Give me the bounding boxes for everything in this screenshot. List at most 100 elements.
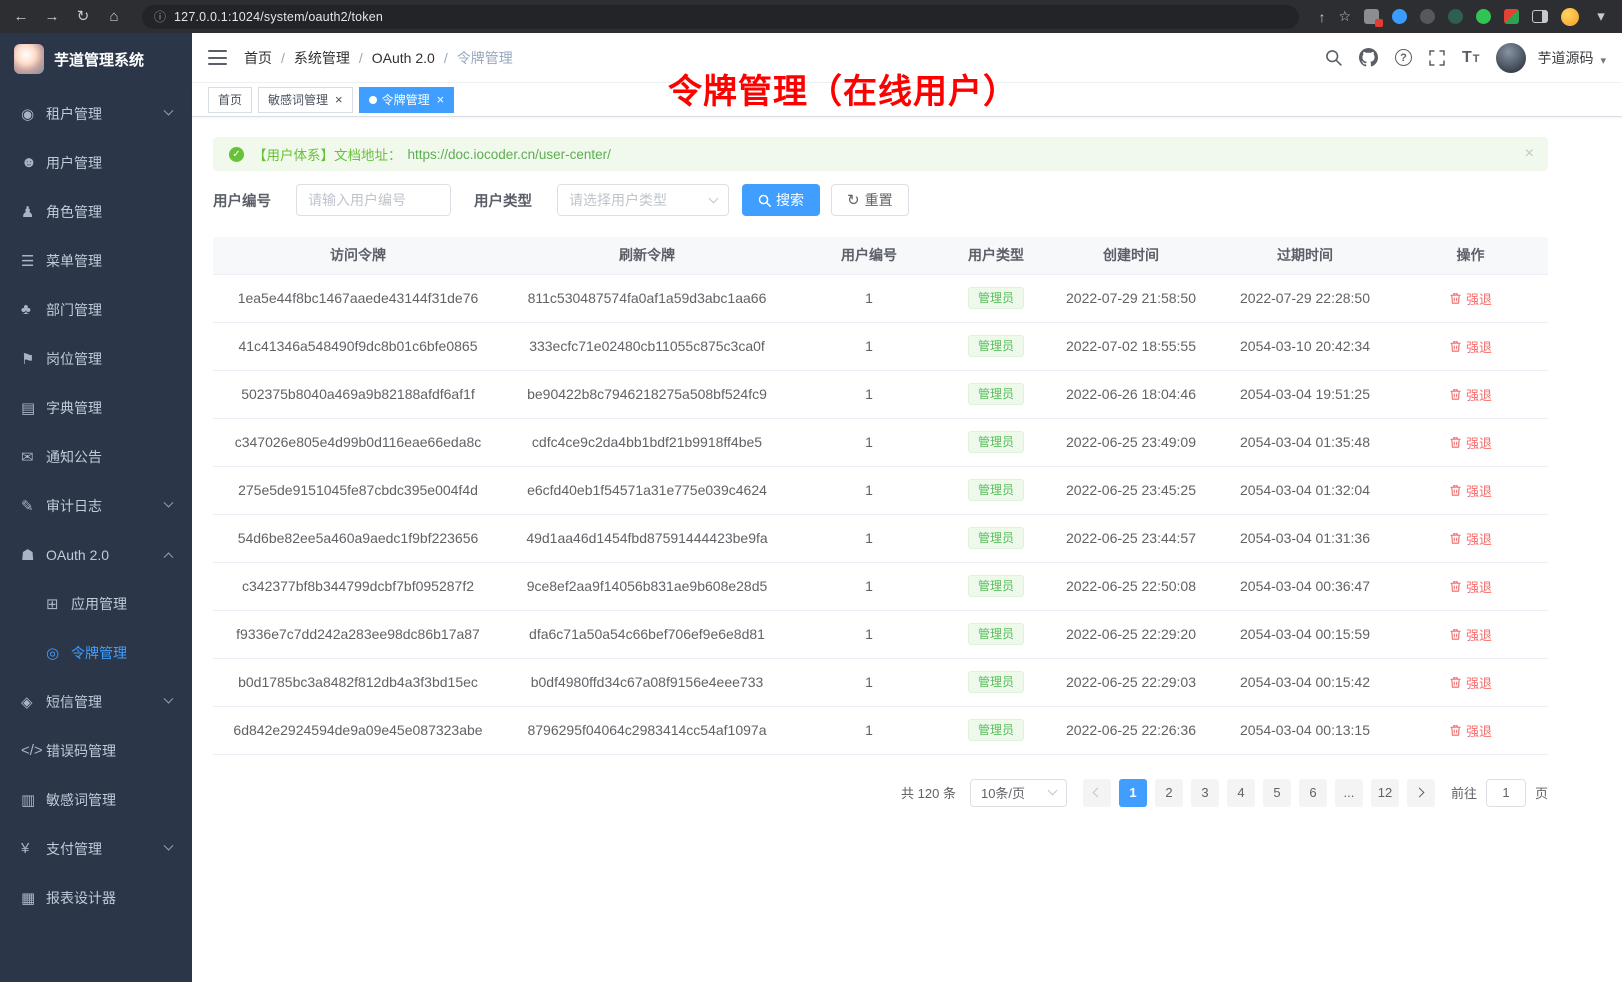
expire-time-cell: 2054-03-04 01:31:36 bbox=[1217, 514, 1393, 562]
force-logout-button[interactable]: 强退 bbox=[1449, 721, 1492, 740]
chevron-down-icon bbox=[1048, 786, 1058, 796]
github-icon[interactable] bbox=[1359, 48, 1378, 67]
prev-page-button[interactable] bbox=[1083, 779, 1111, 807]
breadcrumb-item[interactable]: OAuth 2.0 bbox=[372, 50, 435, 66]
force-logout-button[interactable]: 强退 bbox=[1449, 385, 1492, 404]
reset-button[interactable]: ↻ 重置 bbox=[831, 184, 909, 216]
extensions-puzzle-icon[interactable] bbox=[1504, 9, 1519, 24]
force-logout-button[interactable]: 强退 bbox=[1449, 481, 1492, 500]
page-number-button[interactable]: 1 bbox=[1119, 779, 1147, 807]
user-type-select[interactable]: 请选择用户类型 bbox=[557, 184, 729, 216]
page-number-button[interactable]: 6 bbox=[1299, 779, 1327, 807]
browser-sidepanel-icon[interactable] bbox=[1532, 10, 1548, 23]
sidebar-item-label: 通知公告 bbox=[46, 447, 102, 467]
browser-menu-caret-icon[interactable]: ▾ bbox=[1592, 9, 1610, 24]
sidebar-item[interactable]: ¥ 支付管理 bbox=[0, 824, 192, 873]
sidebar-item[interactable]: ⊞ 应用管理 bbox=[0, 579, 192, 628]
goto-page-input[interactable] bbox=[1486, 779, 1526, 807]
page-number-button[interactable]: 3 bbox=[1191, 779, 1219, 807]
help-icon[interactable]: ? bbox=[1395, 49, 1412, 66]
sidebar-item[interactable]: ✉ 通知公告 bbox=[0, 432, 192, 481]
chevron-down-icon bbox=[164, 498, 174, 508]
sidebar-item[interactable]: ♟ 角色管理 bbox=[0, 187, 192, 236]
expire-time-cell: 2054-03-04 01:35:48 bbox=[1217, 418, 1393, 466]
page-size-select[interactable]: 10条/页 bbox=[970, 779, 1067, 807]
sidebar-collapse-icon[interactable] bbox=[208, 50, 227, 65]
next-page-button[interactable] bbox=[1407, 779, 1435, 807]
breadcrumb-item[interactable]: 首页 bbox=[244, 48, 272, 68]
extension-badge-icon[interactable] bbox=[1364, 9, 1379, 24]
share-icon[interactable]: ↑ bbox=[1318, 9, 1325, 25]
sidebar-item[interactable]: ◈ 短信管理 bbox=[0, 677, 192, 726]
url-bar[interactable]: ⓘ 127.0.0.1:1024/system/oauth2/token bbox=[142, 5, 1299, 29]
page-number-button[interactable]: 12 bbox=[1371, 779, 1399, 807]
search-button[interactable]: 搜索 bbox=[742, 184, 820, 216]
forward-icon[interactable]: → bbox=[43, 9, 61, 24]
site-info-icon[interactable]: ⓘ bbox=[154, 8, 166, 25]
sidebar-item[interactable]: ◎ 令牌管理 bbox=[0, 628, 192, 677]
page-number-button[interactable]: 4 bbox=[1227, 779, 1255, 807]
sidebar-item[interactable]: ☰ 菜单管理 bbox=[0, 236, 192, 285]
reload-icon[interactable]: ↻ bbox=[74, 9, 92, 24]
force-logout-button[interactable]: 强退 bbox=[1449, 625, 1492, 644]
refresh-token-cell: 811c530487574fa0af1a59d3abc1aa66 bbox=[503, 274, 791, 322]
font-size-icon[interactable]: TT bbox=[1462, 49, 1480, 67]
sidebar-item[interactable]: </> 错误码管理 bbox=[0, 726, 192, 775]
user-menu-caret-icon[interactable]: ▾ bbox=[1600, 54, 1606, 67]
page-number-button[interactable]: ... bbox=[1335, 779, 1363, 807]
tab[interactable]: 首页 bbox=[208, 87, 252, 113]
delete-icon bbox=[1449, 436, 1462, 449]
home-icon[interactable]: ⌂ bbox=[105, 9, 123, 24]
active-dot-icon bbox=[369, 96, 377, 104]
back-icon[interactable]: ← bbox=[12, 9, 30, 24]
breadcrumb-item[interactable]: 系统管理 bbox=[294, 48, 350, 68]
sidebar-item[interactable]: ♣ 部门管理 bbox=[0, 285, 192, 334]
user-avatar[interactable] bbox=[1496, 43, 1526, 73]
force-logout-button[interactable]: 强退 bbox=[1449, 577, 1492, 596]
user-id-cell: 1 bbox=[791, 322, 947, 370]
force-logout-button[interactable]: 强退 bbox=[1449, 673, 1492, 692]
sidebar-item[interactable]: ◉ 租户管理 bbox=[0, 89, 192, 138]
user-id-input[interactable] bbox=[296, 184, 451, 216]
alert-link[interactable]: https://doc.iocoder.cn/user-center/ bbox=[408, 147, 611, 162]
sidebar-item[interactable]: ▤ 字典管理 bbox=[0, 383, 192, 432]
tab[interactable]: 令牌管理 × bbox=[359, 87, 455, 113]
username[interactable]: 芋道源码 bbox=[1537, 48, 1593, 68]
app-logo[interactable]: 芋道管理系统 bbox=[0, 33, 192, 85]
fullscreen-icon[interactable] bbox=[1429, 50, 1445, 66]
page-number-button[interactable]: 2 bbox=[1155, 779, 1183, 807]
browser-profile-avatar[interactable] bbox=[1561, 8, 1579, 26]
tab[interactable]: 敏感词管理 × bbox=[258, 87, 353, 113]
extension-blue-icon[interactable] bbox=[1392, 9, 1407, 24]
page-number-button[interactable]: 5 bbox=[1263, 779, 1291, 807]
force-logout-button[interactable]: 强退 bbox=[1449, 433, 1492, 452]
sidebar-item[interactable]: ✎ 审计日志 bbox=[0, 481, 192, 530]
force-logout-button[interactable]: 强退 bbox=[1449, 337, 1492, 356]
bookmark-star-icon[interactable]: ☆ bbox=[1338, 8, 1351, 25]
extension-teal-icon[interactable] bbox=[1448, 9, 1463, 24]
sms-icon: ◈ bbox=[21, 693, 46, 711]
sidebar-item[interactable]: ▦ 报表设计器 bbox=[0, 873, 192, 922]
breadcrumb-item[interactable]: 令牌管理 bbox=[457, 48, 513, 68]
force-logout-button[interactable]: 强退 bbox=[1449, 529, 1492, 548]
sidebar-item-label: 用户管理 bbox=[46, 153, 102, 173]
sidebar-item[interactable]: ▥ 敏感词管理 bbox=[0, 775, 192, 824]
tab-close-icon[interactable]: × bbox=[335, 93, 343, 106]
sidebar-item[interactable]: ☗ OAuth 2.0 bbox=[0, 530, 192, 579]
extension-green-icon[interactable] bbox=[1476, 9, 1491, 24]
tab-close-icon[interactable]: × bbox=[437, 93, 445, 106]
action-cell: 强退 bbox=[1393, 610, 1548, 658]
force-logout-button[interactable]: 强退 bbox=[1449, 289, 1492, 308]
sidebar-item[interactable]: ☻ 用户管理 bbox=[0, 138, 192, 187]
refresh-token-cell: 333ecfc71e02480cb11055c875c3ca0f bbox=[503, 322, 791, 370]
user-icon: ☻ bbox=[21, 154, 46, 171]
refresh-token-cell: e6cfd40eb1f54571a31e775e039c4624 bbox=[503, 466, 791, 514]
search-icon[interactable] bbox=[1325, 49, 1342, 66]
alert-close-icon[interactable]: × bbox=[1525, 146, 1534, 162]
sidebar-item-label: 角色管理 bbox=[46, 202, 102, 222]
sensitive-word-icon: ▥ bbox=[21, 791, 46, 809]
sidebar-item[interactable]: ⚑ 岗位管理 bbox=[0, 334, 192, 383]
refresh-token-cell: 8796295f04064c2983414cc54af1097a bbox=[503, 706, 791, 754]
extension-dark-icon[interactable] bbox=[1420, 9, 1435, 24]
main-area: 首页 / 系统管理 / OAuth 2.0 / 令牌管理 ? bbox=[192, 33, 1622, 982]
